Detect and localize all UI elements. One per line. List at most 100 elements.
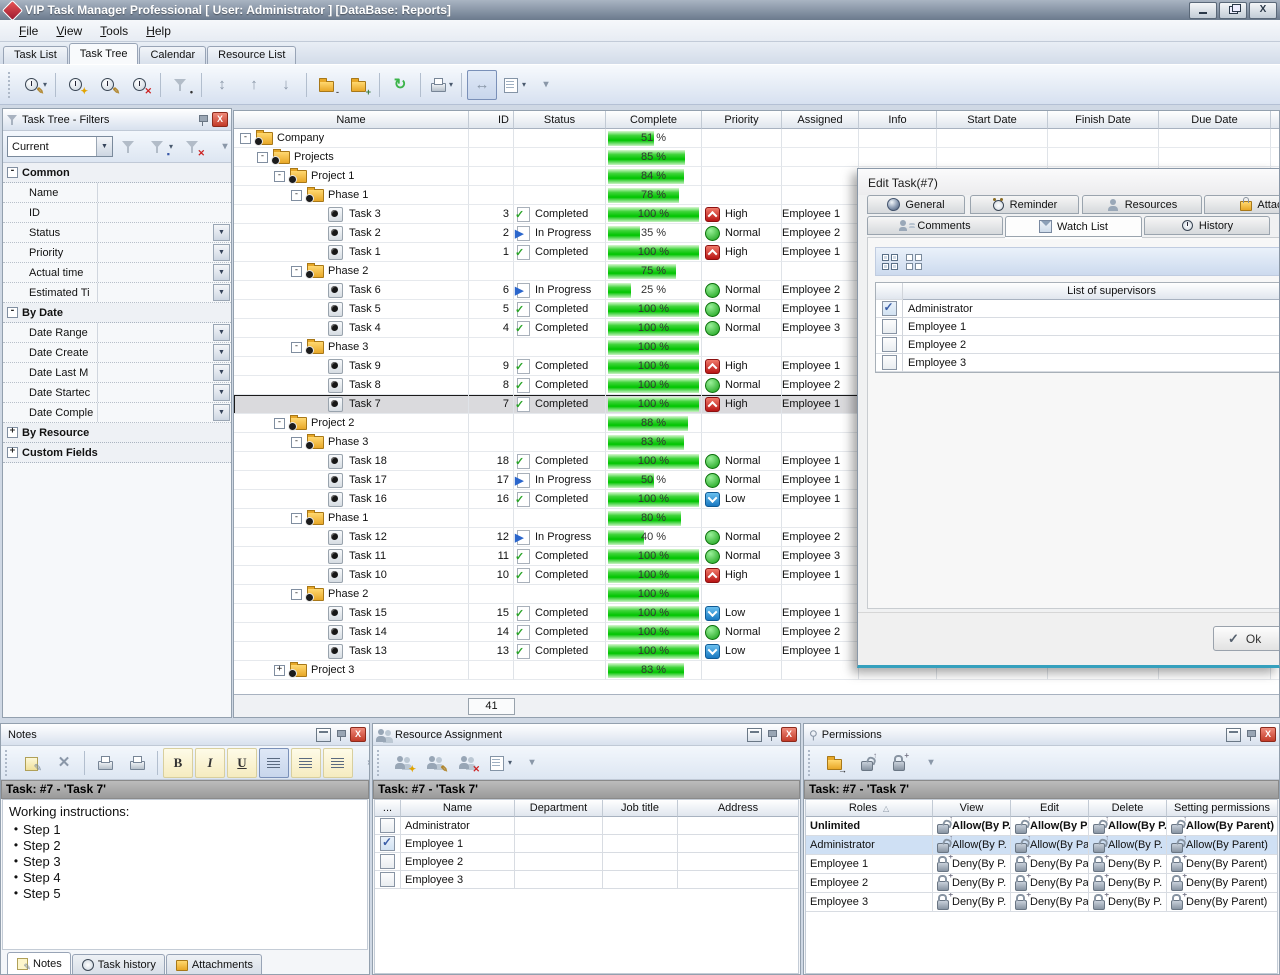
expand-all-button[interactable]: + (344, 70, 374, 100)
pin-icon[interactable] (1245, 729, 1256, 741)
tab-calendar[interactable]: Calendar (139, 46, 206, 64)
pin-icon[interactable] (197, 114, 208, 126)
dialog-tab-history[interactable]: History (1144, 216, 1270, 235)
filter-dropdown-button[interactable]: ▼ (213, 244, 230, 261)
add-task-button[interactable]: ✎▾ (20, 70, 50, 100)
print-note-button[interactable] (90, 748, 120, 778)
customize-columns-button[interactable]: ▾ (499, 70, 529, 100)
filter-field-value[interactable] (97, 183, 231, 202)
permissions-overflow-button[interactable]: ▾ (916, 748, 946, 778)
align-center-button[interactable] (291, 748, 321, 778)
dialog-tab-attach[interactable]: Attach (1204, 195, 1280, 214)
resource-checkbox[interactable] (380, 836, 395, 851)
column-header-complete[interactable]: Complete (606, 111, 702, 129)
remove-assignment-button[interactable]: ✕ (453, 748, 483, 778)
filter-field-value[interactable] (97, 223, 213, 242)
save-filter-button[interactable]: ▪▾ (146, 132, 176, 162)
group-row[interactable]: -Projects85 % (234, 148, 1279, 167)
underline-button[interactable]: U (227, 748, 257, 778)
refresh-button[interactable]: ↻ (385, 70, 415, 100)
print-button[interactable]: ▾ (426, 70, 456, 100)
resource-checkbox[interactable] (380, 818, 395, 833)
collapse-icon[interactable]: - (7, 167, 18, 178)
permission-row[interactable]: Unlimited↑Allow(By P.↑Allow(By Pa↑Allow(… (806, 817, 1277, 836)
filter-section-common[interactable]: -Common (3, 163, 231, 183)
filter-dropdown-button[interactable]: ▼ (213, 284, 230, 301)
notes-content[interactable]: Working instructions: •Step 1•Step 2•Ste… (2, 799, 368, 950)
delete-task-button[interactable]: ✕ (125, 70, 155, 100)
filter-dropdown-button[interactable]: ▼ (213, 384, 230, 401)
column-header-setting-permissions[interactable]: Setting permissions (1167, 800, 1277, 817)
move-up-button[interactable]: ↑ (239, 70, 269, 100)
uncheck-all-button[interactable] (906, 254, 922, 270)
toolbar-grip[interactable] (808, 750, 813, 776)
filter-preset-combobox[interactable]: Current ▼ (7, 136, 113, 157)
column-header-info[interactable]: Info (859, 111, 937, 129)
filter-dropdown-button[interactable]: ▼ (213, 324, 230, 341)
ok-button[interactable]: ✓ Ok (1213, 626, 1280, 651)
filter-dropdown-button[interactable]: ▼ (213, 224, 230, 241)
filter-tasks-button[interactable]: • (166, 70, 196, 100)
group-row[interactable]: -Company51 % (234, 129, 1279, 148)
filters-close-button[interactable]: X (212, 112, 228, 127)
check-all-button[interactable] (882, 254, 898, 270)
dialog-tab-watch-list[interactable]: Watch List (1005, 216, 1142, 237)
filter-field-value[interactable] (97, 343, 213, 362)
menu-help[interactable]: Help (137, 22, 180, 40)
filter-dropdown-button[interactable]: ▼ (213, 264, 230, 281)
menu-file[interactable]: File (10, 22, 47, 40)
filter-field-value[interactable] (97, 263, 213, 282)
column-header-finish-date[interactable]: Finish Date (1048, 111, 1159, 129)
pin-icon[interactable] (335, 729, 346, 741)
toolbar-grip[interactable] (8, 72, 13, 98)
filter-field-value[interactable] (97, 403, 213, 422)
supervisor-checkbox[interactable] (882, 319, 897, 334)
move-down-button[interactable]: ↓ (271, 70, 301, 100)
supervisor-row[interactable]: Employee 3 (876, 354, 1280, 372)
filter-field-value[interactable] (97, 323, 213, 342)
column-header-check[interactable]: ... (375, 800, 401, 817)
resource-overflow-button[interactable]: ▾ (517, 748, 547, 778)
fit-columns-button[interactable]: ↔ (467, 70, 497, 100)
supervisor-checkbox[interactable] (882, 301, 897, 316)
menu-view[interactable]: View (47, 22, 91, 40)
column-header-delete[interactable]: Delete (1089, 800, 1167, 817)
collapse-all-button[interactable]: - (312, 70, 342, 100)
dialog-tab-resources[interactable]: Resources (1082, 195, 1202, 214)
supervisor-row[interactable]: Administrator (876, 300, 1280, 318)
apply-filter-button[interactable] (114, 132, 144, 162)
resource-checkbox[interactable] (380, 872, 395, 887)
collapse-icon[interactable]: - (291, 190, 302, 201)
permission-row[interactable]: Employee 2+Deny(By P.+Deny(By Pa+Deny(By… (806, 874, 1277, 893)
copy-permissions-button[interactable]: → (820, 748, 850, 778)
collapse-icon[interactable]: - (7, 307, 18, 318)
pin-icon[interactable] (766, 729, 777, 741)
column-header-roles[interactable]: Roles△ (806, 800, 933, 817)
notes-overflow-button[interactable]: » (355, 748, 370, 778)
resource-row[interactable]: Employee 3 (375, 871, 798, 889)
column-header-start-date[interactable]: Start Date (937, 111, 1048, 129)
dialog-tab-reminder[interactable]: Reminder (970, 195, 1079, 214)
filter-section-by-date[interactable]: -By Date (3, 303, 231, 323)
filter-field-value[interactable] (97, 243, 213, 262)
filter-field-value[interactable] (97, 383, 213, 402)
italic-button[interactable]: I (195, 748, 225, 778)
column-header-due-date[interactable]: Due Date (1159, 111, 1271, 129)
delete-note-button[interactable]: ✕ (49, 748, 79, 778)
supervisor-checkbox[interactable] (882, 337, 897, 352)
column-header-name[interactable]: Name (234, 111, 469, 129)
edit-assignment-button[interactable]: ✎ (421, 748, 451, 778)
expand-icon[interactable]: + (7, 447, 18, 458)
collapse-icon[interactable]: - (291, 589, 302, 600)
insert-note-button[interactable] (17, 748, 47, 778)
resource-row[interactable]: Employee 2 (375, 853, 798, 871)
collapse-icon[interactable]: - (274, 418, 285, 429)
align-left-button[interactable] (259, 748, 289, 778)
bold-button[interactable]: B (163, 748, 193, 778)
resource-row[interactable]: Administrator (375, 817, 798, 835)
notes-close-button[interactable]: X (350, 727, 366, 742)
permission-row[interactable]: Employee 1+Deny(By P.+Deny(By Pa+Deny(By… (806, 855, 1277, 874)
clear-filter-button[interactable]: ✕ (178, 132, 208, 162)
column-header-status[interactable]: Status (514, 111, 606, 129)
allow-button[interactable]: ↑ (852, 748, 882, 778)
